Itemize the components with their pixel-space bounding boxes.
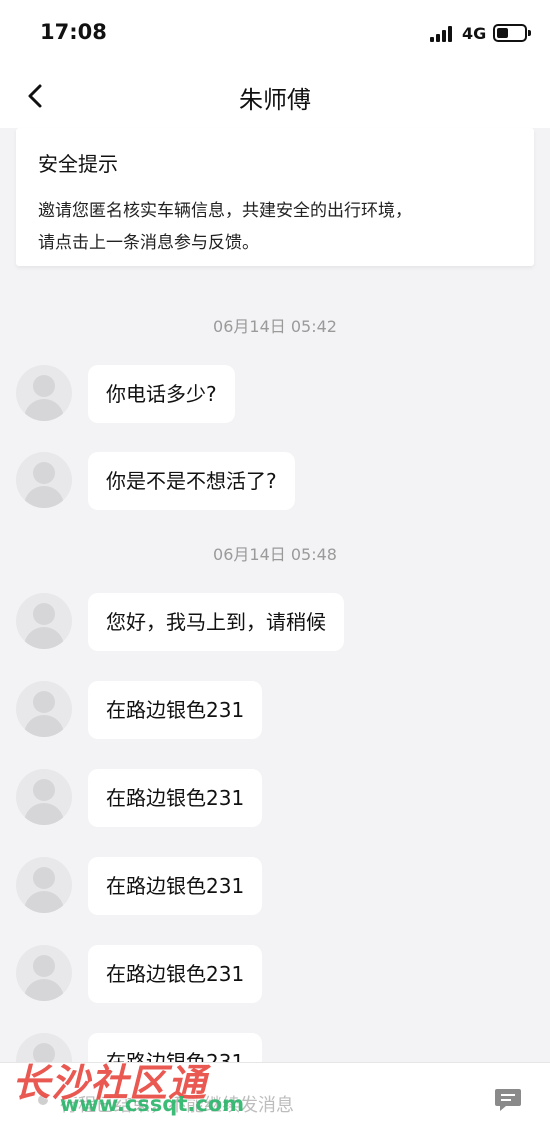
avatar-icon[interactable] <box>16 857 72 913</box>
avatar-icon[interactable] <box>16 681 72 737</box>
page-title: 朱师傅 <box>239 86 311 114</box>
nav-bar: 朱师傅 <box>0 68 550 128</box>
avatar-icon[interactable] <box>16 945 72 1001</box>
message-timestamp: 06月14日 05:42 <box>213 317 337 336</box>
status-time: 17:08 <box>40 20 107 44</box>
avatar-icon[interactable] <box>16 593 72 649</box>
watermark-url: www.cssqt.com <box>60 1092 245 1116</box>
avatar-icon[interactable] <box>16 452 72 508</box>
message-bubble[interactable]: 在路边银色231 <box>88 681 263 739</box>
message-bubble[interactable]: 你电话多少? <box>88 365 235 423</box>
signal-icon <box>430 26 456 42</box>
message-bubble[interactable]: 您好，我马上到，请稍候 <box>88 593 344 651</box>
safety-notice-text: 邀请您匿名核实车辆信息，共建安全的出行环境， 请点击上一条消息参与反馈。 <box>38 195 512 259</box>
message-timestamp: 06月14日 05:48 <box>213 545 337 564</box>
avatar-icon[interactable] <box>16 365 72 421</box>
safety-notice-card[interactable]: 安全提示 邀请您匿名核实车辆信息，共建安全的出行环境， 请点击上一条消息参与反馈… <box>16 128 534 266</box>
status-bar: 17:08 4G <box>0 0 550 68</box>
avatar-icon[interactable] <box>16 769 72 825</box>
safety-notice-title: 安全提示 <box>38 152 118 176</box>
battery-icon <box>493 24 531 42</box>
message-bubble[interactable]: 在路边银色231 <box>88 769 263 827</box>
message-bubble[interactable]: 你是不是不想活了? <box>88 452 295 510</box>
message-bubble[interactable]: 在路边银色231 <box>88 945 263 1003</box>
network-label: 4G <box>462 24 487 43</box>
chat-bubble-icon[interactable] <box>494 1087 522 1113</box>
safety-notice-line: 邀请您匿名核实车辆信息，共建安全的出行环境， <box>38 201 412 221</box>
safety-notice-line: 请点击上一条消息参与反馈。 <box>38 233 259 253</box>
message-bubble[interactable]: 在路边银色231 <box>88 857 263 915</box>
